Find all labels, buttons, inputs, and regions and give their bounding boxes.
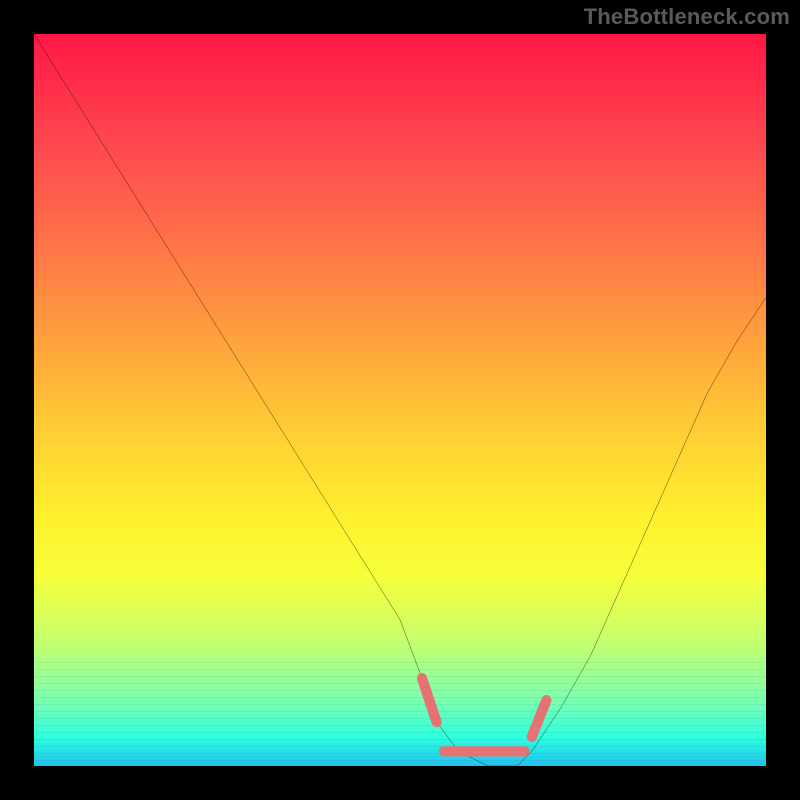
bottleneck-curve [34, 34, 766, 766]
optimal-seg-left [422, 678, 437, 722]
chart-frame: TheBottleneck.com [0, 0, 800, 800]
optimal-highlight [422, 678, 546, 751]
attribution-watermark: TheBottleneck.com [584, 4, 790, 30]
curve-layer [34, 34, 766, 766]
optimal-seg-right [532, 700, 547, 737]
plot-area [34, 34, 766, 766]
